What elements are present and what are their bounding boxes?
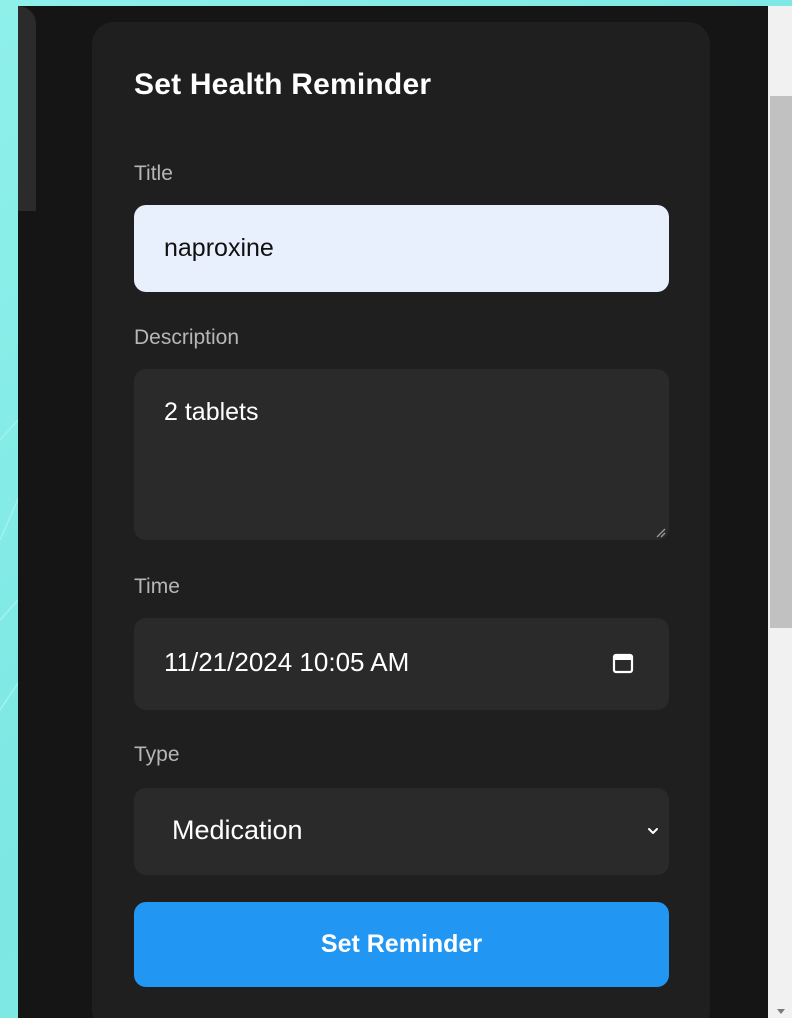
calendar-icon[interactable] (612, 652, 634, 674)
set-reminder-button[interactable]: Set Reminder (134, 902, 669, 987)
chevron-down-icon (648, 828, 658, 834)
left-panel-edge (18, 6, 36, 211)
time-value: 11/21/2024 10:05 AM (164, 647, 410, 677)
type-label: Type (134, 743, 180, 766)
resize-grip-icon[interactable] (654, 526, 666, 538)
form-title: Set Health Reminder (134, 68, 432, 101)
description-textarea[interactable]: 2 tablets (134, 369, 669, 540)
scrollbar-thumb[interactable] (770, 96, 792, 628)
scroll-down-arrow-icon[interactable] (776, 1008, 786, 1016)
title-input[interactable] (134, 205, 669, 292)
title-label: Title (134, 162, 173, 185)
description-label: Description (134, 326, 240, 349)
time-label: Time (134, 575, 180, 598)
type-selected-value: Medication (172, 815, 303, 845)
